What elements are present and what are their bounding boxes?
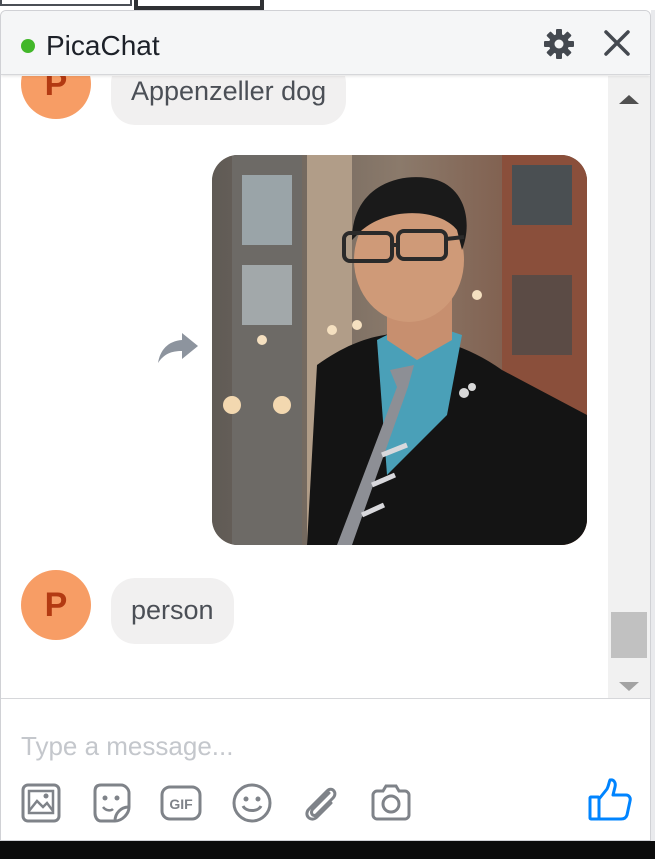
message-bubble: Appenzeller dog bbox=[111, 76, 347, 125]
background-tab bbox=[0, 0, 132, 6]
message-list: P Appenzeller dog P person bbox=[1, 76, 608, 698]
chat-window: PicaChat P Appenzeller dog P person Type… bbox=[0, 10, 651, 841]
camera-icon[interactable] bbox=[369, 781, 413, 825]
photo-image bbox=[212, 155, 587, 545]
chat-title: PicaChat bbox=[46, 30, 160, 61]
taskbar-edge bbox=[0, 841, 655, 859]
shared-photo[interactable] bbox=[212, 155, 587, 545]
message-composer: GIF bbox=[1, 698, 650, 840]
background-tab bbox=[134, 0, 264, 10]
forward-icon[interactable] bbox=[156, 329, 200, 367]
window-edge bbox=[651, 10, 655, 841]
gear-icon[interactable] bbox=[542, 27, 576, 61]
background-window-strip bbox=[0, 0, 655, 10]
photo-icon[interactable] bbox=[19, 781, 63, 825]
scroll-up-arrow-icon[interactable] bbox=[608, 90, 650, 110]
avatar: P bbox=[21, 76, 91, 119]
svg-text:GIF: GIF bbox=[169, 796, 193, 812]
scroll-down-arrow-icon[interactable] bbox=[608, 676, 650, 696]
message-bubble: person bbox=[111, 578, 234, 644]
message-input[interactable] bbox=[21, 729, 581, 763]
avatar: P bbox=[21, 570, 91, 640]
attachment-icon[interactable] bbox=[299, 781, 343, 825]
online-status-dot bbox=[21, 39, 35, 53]
emoji-icon[interactable] bbox=[230, 781, 274, 825]
close-icon[interactable] bbox=[601, 27, 633, 59]
scrollbar[interactable] bbox=[608, 76, 650, 698]
gif-icon[interactable]: GIF bbox=[159, 781, 203, 825]
thumbs-up-icon[interactable] bbox=[587, 777, 633, 823]
chat-header: PicaChat bbox=[1, 11, 650, 75]
scrollbar-thumb[interactable] bbox=[611, 612, 647, 658]
sticker-icon[interactable] bbox=[89, 781, 133, 825]
